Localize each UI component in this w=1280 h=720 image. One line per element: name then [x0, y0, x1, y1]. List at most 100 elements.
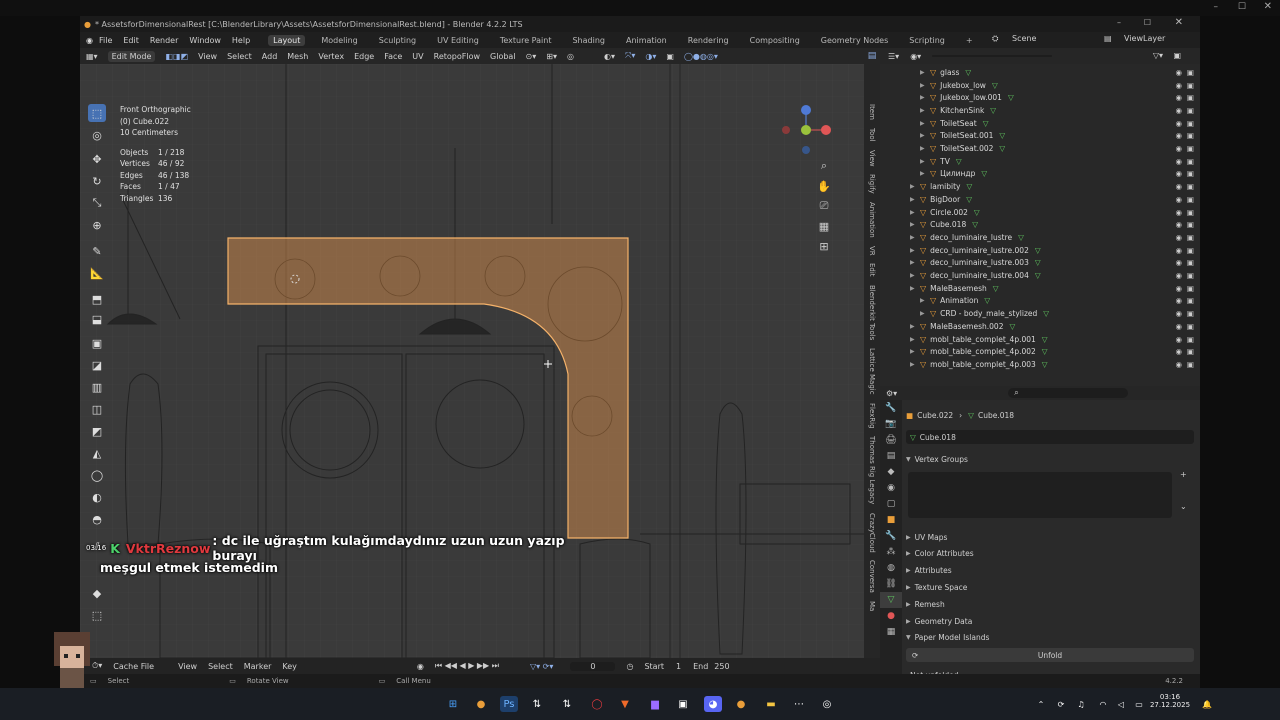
xray-icon[interactable]: ▣ [666, 52, 674, 61]
render-camera-icon[interactable]: ▣ [1187, 271, 1194, 280]
timeline-view[interactable]: View [178, 662, 197, 671]
app-icon-8[interactable]: ▣ [674, 696, 692, 712]
tray-chevron-icon[interactable]: ⌃ [1032, 696, 1050, 712]
battery-icon[interactable]: ▭ [1130, 696, 1148, 712]
expand-arrow-icon[interactable]: ▶ [910, 183, 920, 190]
spin-tool-icon[interactable]: ◭ [88, 444, 106, 462]
outliner-row[interactable]: ▶ ▽ Circle.002 ▽ ◉ ▣ [880, 206, 1200, 219]
visibility-eye-icon[interactable]: ◉ [1175, 68, 1182, 77]
ntab-rigify[interactable]: Rigify [868, 174, 876, 194]
constraints-tab-icon[interactable]: ⛓ [880, 576, 902, 592]
expand-arrow-icon[interactable]: ▶ [920, 310, 930, 317]
render-camera-icon[interactable]: ▣ [1187, 284, 1194, 293]
blender-menu-icon[interactable]: ◉ [86, 36, 93, 45]
header-face[interactable]: Face [384, 52, 402, 61]
panel-texture-space[interactable]: ▶ Texture Space [906, 580, 1194, 594]
blender-taskbar-icon[interactable]: ● [472, 696, 490, 712]
expand-arrow-icon[interactable]: ▶ [910, 196, 920, 203]
outliner-row[interactable]: ▶ ▽ mobl_table_complet_4p.001 ▽ ◉ ▣ [880, 333, 1200, 346]
vertex-groups-list[interactable] [908, 472, 1172, 518]
tab-shading[interactable]: Shading [567, 35, 610, 46]
bevel-tool-icon[interactable]: ◪ [88, 356, 106, 374]
render-camera-icon[interactable]: ▣ [1187, 335, 1194, 344]
tab-modeling[interactable]: Modeling [316, 35, 362, 46]
expand-arrow-icon[interactable]: ▶ [910, 348, 920, 355]
visibility-eye-icon[interactable]: ◉ [1175, 169, 1182, 178]
render-camera-icon[interactable]: ▣ [1187, 106, 1194, 115]
render-camera-icon[interactable]: ▣ [1187, 81, 1194, 90]
close-icon[interactable]: ✕ [1264, 1, 1272, 12]
render-camera-icon[interactable]: ▣ [1187, 157, 1194, 166]
edge-slide-tool-icon[interactable]: ◐ [88, 488, 106, 506]
current-frame-field[interactable]: 0 [570, 661, 616, 671]
visibility-eye-icon[interactable]: ◉ [1175, 220, 1182, 229]
outliner-row[interactable]: ▶ ▽ deco_luminaire_lustre.003 ▽ ◉ ▣ [880, 257, 1200, 270]
render-camera-icon[interactable]: ▣ [1187, 169, 1194, 178]
rip-tool-icon[interactable]: ◆ [88, 584, 106, 602]
knife-tool-icon[interactable]: ◫ [88, 400, 106, 418]
window-minimize-icon[interactable]: – [1117, 18, 1121, 27]
outliner-row[interactable]: ▶ ▽ Jukebox_low ▽ ◉ ▣ [880, 79, 1200, 92]
ntab-item[interactable]: Item [868, 104, 876, 120]
unfold-button[interactable]: ⟳ Unfold [906, 648, 1194, 662]
expand-arrow-icon[interactable]: ▶ [910, 323, 920, 330]
visibility-eye-icon[interactable]: ◉ [1175, 208, 1182, 217]
expand-arrow-icon[interactable]: ▶ [910, 221, 920, 228]
proportional-edit-icon[interactable]: ◎ [567, 52, 574, 61]
menu-help[interactable]: Help [232, 36, 250, 45]
panel-remesh[interactable]: ▶ Remesh [906, 597, 1194, 611]
visibility-eye-icon[interactable]: ◉ [1175, 157, 1182, 166]
header-view[interactable]: View [198, 52, 217, 61]
expand-arrow-icon[interactable]: ▶ [910, 272, 920, 279]
visibility-eye-icon[interactable]: ◉ [1175, 93, 1182, 102]
smooth-tool-icon[interactable]: ◯ [88, 466, 106, 484]
transform-tool-icon[interactable]: ⊕ [88, 216, 106, 234]
shading-icons[interactable]: ◯●◍◎▾ [684, 52, 718, 61]
move-tool-icon[interactable]: ✥ [88, 150, 106, 168]
select-box-tool-icon[interactable]: ⬚ [88, 104, 106, 122]
render-camera-icon[interactable]: ▣ [1187, 258, 1194, 267]
render-camera-icon[interactable]: ▣ [1187, 347, 1194, 356]
menu-file[interactable]: File [99, 36, 112, 45]
volume-icon[interactable]: ◁ [1112, 696, 1130, 712]
header-uv[interactable]: UV [412, 52, 423, 61]
scene-tab-icon[interactable]: ◆ [880, 464, 902, 480]
visibility-eye-icon[interactable]: ◉ [1175, 144, 1182, 153]
tab-uv-editing[interactable]: UV Editing [432, 35, 484, 46]
start-field[interactable]: 1 [676, 662, 681, 671]
end-field[interactable]: 250 [714, 662, 729, 671]
visibility-eye-icon[interactable]: ◉ [1175, 258, 1182, 267]
expand-arrow-icon[interactable]: ▶ [910, 209, 920, 216]
header-select[interactable]: Select [227, 52, 252, 61]
physics-tab-icon[interactable]: ◍ [880, 560, 902, 576]
zoom-icon[interactable]: ⌕ [816, 158, 832, 174]
expand-arrow-icon[interactable]: ▶ [910, 361, 920, 368]
poly-build-tool-icon[interactable]: ◩ [88, 422, 106, 440]
particles-tab-icon[interactable]: ⁂ [880, 544, 902, 560]
blender-taskbar-icon-2[interactable]: ● [732, 696, 750, 712]
ntab-ma[interactable]: Ma [868, 601, 876, 611]
outliner-row[interactable]: ▶ ▽ ToiletSeat.002 ▽ ◉ ▣ [880, 142, 1200, 155]
mode-select[interactable]: Edit Mode [107, 50, 156, 62]
render-camera-icon[interactable]: ▣ [1187, 119, 1194, 128]
tray-mic-icon[interactable]: ♫ [1072, 696, 1090, 712]
scale-tool-icon[interactable]: ⤡ [88, 194, 106, 212]
render-camera-icon[interactable]: ▣ [1187, 360, 1194, 369]
expand-arrow-icon[interactable]: ▶ [920, 145, 930, 152]
timeline-marker[interactable]: Marker [244, 662, 272, 671]
outliner-row[interactable]: ▶ ▽ glass ▽ ◉ ▣ [880, 66, 1200, 79]
outliner-row[interactable]: ▶ ▽ deco_luminaire_lustre.002 ▽ ◉ ▣ [880, 244, 1200, 257]
gizmo-icon[interactable]: ⤧▾ [625, 51, 635, 61]
snap-icon[interactable]: ⊞▾ [546, 52, 557, 61]
outliner-row[interactable]: ▶ ▽ deco_luminaire_lustre ▽ ◉ ▣ [880, 231, 1200, 244]
maximize-icon[interactable]: ☐ [1238, 2, 1246, 12]
expand-arrow-icon[interactable]: ▶ [910, 247, 920, 254]
opera-icon[interactable]: ◯ [588, 696, 606, 712]
playback-controls[interactable]: ⏮ ◀◀ ◀ ▶ ▶▶ ⏭ [435, 661, 499, 671]
quad-view-icon[interactable]: ⊞ [816, 238, 832, 254]
ntab-conversa[interactable]: Conversa [868, 560, 876, 593]
outliner-row[interactable]: ▶ ▽ ToiletSeat ▽ ◉ ▣ [880, 117, 1200, 130]
file-explorer-icon[interactable]: ▬ [762, 696, 780, 712]
retopoflow-button[interactable]: RetopoFlow [434, 52, 480, 61]
inset-tool-icon[interactable]: ▣ [88, 334, 106, 352]
